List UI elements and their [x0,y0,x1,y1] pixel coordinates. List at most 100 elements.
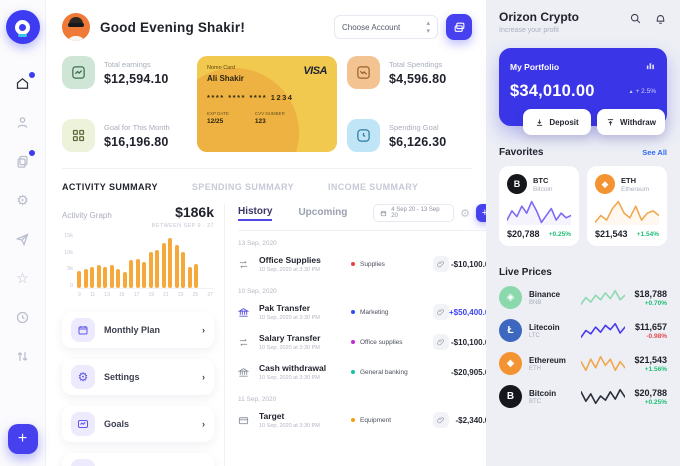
deposit-button[interactable]: Deposit [523,109,591,135]
sidebar-item-send[interactable] [14,230,32,248]
tab-income-summary[interactable]: INCOME SUMMARY [328,182,418,192]
stat-value: $4,596.80 [389,71,447,86]
attachment-button[interactable] [433,256,449,272]
transaction-tag: Supplies [360,260,385,268]
favorite-card-eth[interactable]: ◆ ETH Ethereum $21,543 +1.54% [587,166,667,246]
menu-item-settings[interactable]: ⚙ Settings › [62,359,214,395]
tab-activity-summary[interactable]: ACTIVITY SUMMARY [62,182,158,192]
sidebar-item-profile[interactable] [14,113,32,131]
transaction-title: Cash withdrawal [259,363,327,373]
activity-graph-range: BETWEEN SEP 9 - 27 [151,223,214,229]
transaction-row[interactable]: Cash withdrawal 10 Sep, 2020 at 3:30 PM … [238,357,494,387]
date-range-value: 4 Sep 20 - 13 Sep 20 [391,207,440,219]
transaction-time: 10 Sep, 2020 at 3:30 PM [259,267,320,273]
bank-icon [238,307,249,317]
sidebar-add-button[interactable]: + [7,424,38,454]
activity-bar [96,265,101,288]
ethereum-sparkline [581,355,625,372]
card-type: Nomo Card [207,65,236,71]
withdraw-button[interactable]: Withdraw [597,109,665,135]
activity-bar [187,267,192,288]
sidebar-item-home[interactable] [14,72,35,92]
coin-name: Litecoin [529,322,560,332]
documents-notification-dot [27,149,36,157]
menu-item-goals[interactable]: Goals › [62,406,214,442]
sidebar-item-history[interactable] [14,308,32,326]
orizon-logo[interactable] [5,10,40,44]
live-price-row-bitcoin[interactable]: B Bitcoin BTC $20,788 +0.25% [499,385,667,408]
eth-sparkline [595,199,659,225]
credit-card[interactable]: Nomo Card Ali Shakir VISA **** **** ****… [197,56,337,152]
live-price-row-ethereum[interactable]: ◆ Ethereum ETH $21,543 +1.56% [499,352,667,375]
user-avatar[interactable] [62,13,90,41]
transaction-row[interactable]: Target 10 Sep, 2020 at 3:30 PM Equipment… [238,405,494,435]
activity-bars [77,233,214,289]
portfolio-value: $34,010.00 [510,82,595,100]
favorite-card-btc[interactable]: B BTC Bitcoin $20,788 +0.25% [499,166,579,246]
stat-spending-goal[interactable]: Spending Goal $6,126.30 [347,119,472,152]
attachment-button[interactable] [433,304,449,320]
attachment-button[interactable] [433,334,449,350]
live-price-row-binance[interactable]: ◈ Binance BNB $18,788 +0.70% [499,286,667,309]
logo-ring [15,19,30,35]
panel-subtitle: Increase your profit [499,27,559,34]
sidebar-item-favorites[interactable]: ☆ [14,269,32,287]
sidebar-item-transactions[interactable] [14,347,32,365]
transactions-section: History Upcoming 4 Sep 20 - 13 Sep 20 ⚙ … [224,204,494,466]
stat-label: Total Spendings [389,59,443,69]
bank-icon [238,367,249,377]
sidebar-nav: ⚙ ☆ [14,72,36,424]
bar-chart-icon [646,63,654,70]
paperclip-icon [437,417,444,424]
tag-dot [351,370,355,374]
activity-bar [148,252,153,288]
portfolio-card[interactable]: My Portfolio $34,010.00 ▲ + 2.5% Deposit … [499,48,667,135]
sidebar-item-documents[interactable] [14,149,36,170]
bitcoin-sparkline [581,388,625,405]
menu-item-monthly-plan[interactable]: Monthly Plan › [62,312,214,348]
account-select[interactable]: Choose Account ▴ ▾ [334,15,438,39]
transaction-row[interactable]: Pak Transfer 10 Sep, 2020 at 3:30 PM Mar… [238,297,494,327]
stat-total-spendings[interactable]: Total Spendings $4,596.80 [347,56,472,89]
coin-price: $20,788 [634,387,667,398]
activity-bar [83,269,88,288]
attachment-button[interactable] [433,412,449,428]
stat-total-earnings[interactable]: Total earnings $12,594.10 [62,56,187,89]
binance-icon: ◈ [499,286,522,309]
bell-icon[interactable] [654,12,667,25]
coin-symbol: LTC [529,332,540,339]
tag-dot [351,310,355,314]
trend-up-icon: ▲ [628,88,634,95]
exp-label: EXP DATE [207,111,229,116]
trend-down-icon [357,66,370,79]
tab-upcoming[interactable]: Upcoming [298,207,347,220]
tab-history[interactable]: History [238,206,273,221]
paperclip-icon [437,339,444,346]
activity-bar [161,243,166,288]
litecoin-sparkline [581,322,625,339]
coin-price: $20,788 [507,229,540,239]
live-price-row-litecoin[interactable]: Ł Litecoin LTC $11,657 -0.98% [499,319,667,342]
coin-symbol: BTC [529,398,541,405]
stat-goal-month[interactable]: Goal for This Month $16,196.80 [62,119,187,152]
tab-spending-summary[interactable]: SPENDING SUMMARY [192,182,294,192]
transaction-tag: Marketing [360,308,389,316]
cards-button[interactable] [446,14,472,40]
search-icon[interactable] [629,12,642,25]
gear-icon: ⚙ [16,191,29,208]
transaction-row[interactable]: Salary Transfer 10 Sep, 2020 at 3:30 PM … [238,327,494,357]
sidebar-item-settings[interactable]: ⚙ [14,191,32,209]
coin-name: Bitcoin [533,185,553,193]
see-all-link[interactable]: See All [642,148,667,157]
clock-icon [357,129,370,142]
date-range-picker[interactable]: 4 Sep 20 - 13 Sep 20 [373,204,455,222]
swap-icon [239,338,248,346]
live-prices-title: Live Prices [499,267,552,278]
activity-bar [194,264,198,288]
menu-item-shopping[interactable]: Shopping › [62,453,214,466]
transactions-settings-button[interactable]: ⚙ [460,207,470,220]
activity-bar [109,265,114,288]
coin-name: Ethereum [621,185,650,193]
coin-name: Bitcoin [529,388,557,398]
transaction-row[interactable]: Office Supplies 10 Sep, 2020 at 3:30 PM … [238,249,494,279]
